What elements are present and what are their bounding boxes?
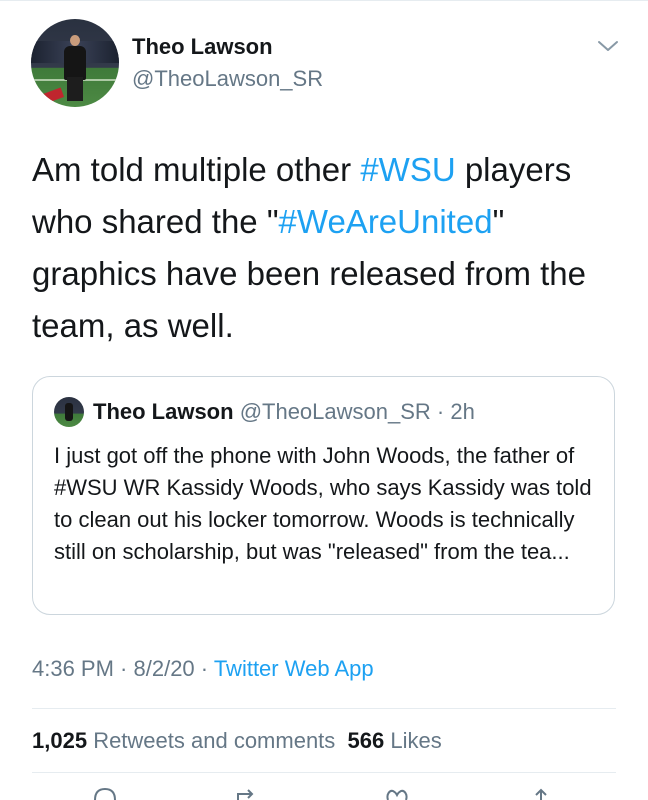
retweets-stat[interactable]: 1,025 Retweets and comments — [32, 728, 335, 753]
quoted-author-handle: @TheoLawson_SR — [239, 399, 431, 424]
avatar-person-head — [70, 35, 80, 46]
hashtag-link[interactable]: #WSU — [360, 151, 455, 188]
avatar-person-body — [64, 46, 86, 80]
likes-stat[interactable]: 566 Likes — [348, 728, 442, 753]
meta-separator: · — [194, 656, 214, 681]
retweets-label: Retweets and comments — [93, 728, 336, 753]
likes-count: 566 — [347, 728, 385, 753]
action-bar — [0, 788, 648, 800]
tweet-stats: 1,025 Retweets and comments 566 Likes — [32, 728, 442, 754]
retweets-count: 1,025 — [32, 728, 88, 753]
author-name[interactable]: Theo Lawson — [132, 34, 273, 60]
quoted-tweet-time: · 2h — [430, 399, 475, 424]
author-handle[interactable]: @TheoLawson_SR — [132, 66, 323, 92]
avatar-person-legs — [67, 77, 83, 101]
quoted-tweet-card[interactable]: Theo Lawson @TheoLawson_SR · 2h I just g… — [32, 376, 615, 615]
reply-icon[interactable] — [92, 788, 118, 800]
divider — [32, 772, 616, 773]
quoted-author-name: Theo Lawson — [93, 399, 234, 424]
tweet-text-part: Am told multiple other — [32, 151, 361, 188]
quoted-avatar-figure — [65, 403, 73, 421]
tweet-text: Am told multiple other #WSU players who … — [32, 144, 622, 352]
author-avatar[interactable] — [31, 19, 119, 107]
share-icon[interactable] — [528, 788, 554, 800]
divider — [32, 708, 616, 709]
tweet-time: 4:36 PM — [32, 656, 114, 681]
avatar-red-mark — [39, 87, 65, 105]
tweet-date: 8/2/20 — [133, 656, 195, 681]
quoted-tweet-header: Theo Lawson @TheoLawson_SR · 2h — [93, 399, 475, 425]
chevron-down-icon[interactable] — [596, 38, 620, 54]
hashtag-link[interactable]: #WeAreUnited — [279, 203, 493, 240]
likes-label: Likes — [390, 728, 442, 753]
tweet-meta: 4:36 PM · 8/2/20 · Twitter Web App — [32, 656, 374, 682]
retweet-icon[interactable] — [236, 788, 262, 800]
top-divider — [0, 0, 648, 1]
tweet-source-app[interactable]: Twitter Web App — [214, 656, 374, 681]
meta-separator: · — [113, 656, 134, 681]
like-icon[interactable] — [384, 788, 410, 800]
quoted-tweet-text: I just got off the phone with John Woods… — [54, 443, 592, 564]
quoted-author-avatar — [54, 397, 84, 427]
